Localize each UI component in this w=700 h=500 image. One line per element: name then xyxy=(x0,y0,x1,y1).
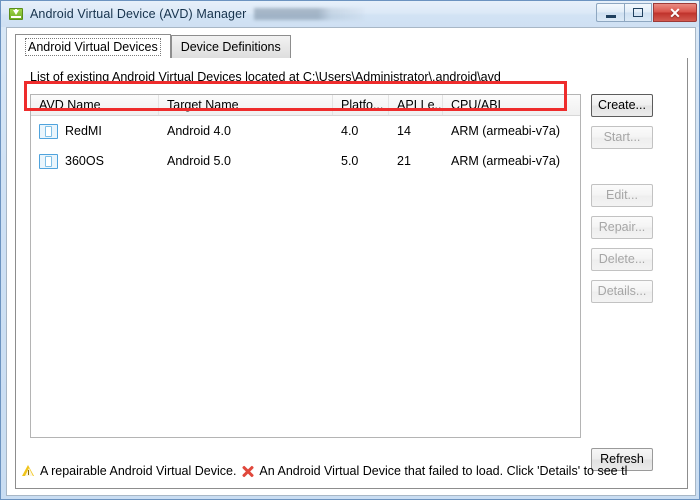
cell-platform: 4.0 xyxy=(341,124,359,138)
start-button[interactable]: Start... xyxy=(591,126,653,149)
warning-triangle-icon xyxy=(22,465,35,477)
table-row[interactable]: 360OS Android 5.0 5.0 21 ARM (armeabi-v7… xyxy=(31,146,580,176)
table-row[interactable]: RedMI Android 4.0 4.0 14 ARM (armeabi-v7… xyxy=(31,116,580,146)
android-download-icon xyxy=(8,6,24,22)
cell-platform: 5.0 xyxy=(341,154,359,168)
cell-avd-name: 360OS xyxy=(31,153,159,169)
tab-strip: Android Virtual Devices Device Definitio… xyxy=(15,34,291,58)
close-button[interactable]: ✕ xyxy=(653,3,697,22)
delete-button[interactable]: Delete... xyxy=(591,248,653,271)
window-controls: ✕ xyxy=(596,3,697,22)
android-device-icon xyxy=(39,153,58,169)
avd-name-text: RedMI xyxy=(65,124,102,138)
error-x-icon xyxy=(242,465,255,478)
cell-api-level: 14 xyxy=(397,124,411,138)
cell-cpu-abi: ARM (armeabi-v7a) xyxy=(451,124,561,138)
tab-android-virtual-devices[interactable]: Android Virtual Devices xyxy=(15,34,171,58)
avd-panel: List of existing Android Virtual Devices… xyxy=(15,58,688,489)
cell-api-level: 21 xyxy=(397,154,411,168)
repair-button[interactable]: Repair... xyxy=(591,216,653,239)
create-button[interactable]: Create... xyxy=(591,94,653,117)
button-spacer xyxy=(591,158,677,184)
avd-manager-window: Android Virtual Device (AVD) Manager ✕ A… xyxy=(0,0,700,500)
avd-table: AVD Name Target Name Platfo... API Le...… xyxy=(30,94,581,438)
maximize-button[interactable] xyxy=(624,3,652,22)
android-device-icon xyxy=(39,123,58,139)
legend-bar: A repairable Android Virtual Device. An … xyxy=(22,460,683,482)
cell-target-name: Android 4.0 xyxy=(167,124,231,138)
list-caption: List of existing Android Virtual Devices… xyxy=(30,70,501,84)
legend-failed-text: An Android Virtual Device that failed to… xyxy=(259,464,628,478)
table-header-row: AVD Name Target Name Platfo... API Le...… xyxy=(31,95,580,116)
maximize-icon xyxy=(633,8,643,17)
column-header-avd-name[interactable]: AVD Name xyxy=(31,95,159,115)
window-title: Android Virtual Device (AVD) Manager xyxy=(30,7,247,21)
tab-device-definitions-label: Device Definitions xyxy=(180,40,281,54)
column-header-api-level[interactable]: API Le... xyxy=(389,95,443,115)
details-button[interactable]: Details... xyxy=(591,280,653,303)
column-header-platform[interactable]: Platfo... xyxy=(333,95,389,115)
redacted-title-region xyxy=(254,8,365,20)
legend-repairable-text: A repairable Android Virtual Device. xyxy=(40,464,237,478)
cell-avd-name: RedMI xyxy=(31,123,159,139)
cell-cpu-abi: ARM (armeabi-v7a) xyxy=(451,154,561,168)
tab-android-virtual-devices-label: Android Virtual Devices xyxy=(25,37,161,56)
tab-device-definitions[interactable]: Device Definitions xyxy=(170,35,291,58)
minimize-icon xyxy=(605,14,616,18)
action-button-column: Create... Start... Edit... Repair... Del… xyxy=(591,94,677,312)
column-header-cpu-abi[interactable]: CPU/ABI xyxy=(443,95,580,115)
column-header-target-name[interactable]: Target Name xyxy=(159,95,333,115)
close-icon: ✕ xyxy=(669,4,681,21)
title-bar: Android Virtual Device (AVD) Manager ✕ xyxy=(1,1,699,27)
avd-name-text: 360OS xyxy=(65,154,104,168)
edit-button[interactable]: Edit... xyxy=(591,184,653,207)
minimize-button[interactable] xyxy=(596,3,624,22)
client-area: Android Virtual Devices Device Definitio… xyxy=(6,27,696,496)
cell-target-name: Android 5.0 xyxy=(167,154,231,168)
